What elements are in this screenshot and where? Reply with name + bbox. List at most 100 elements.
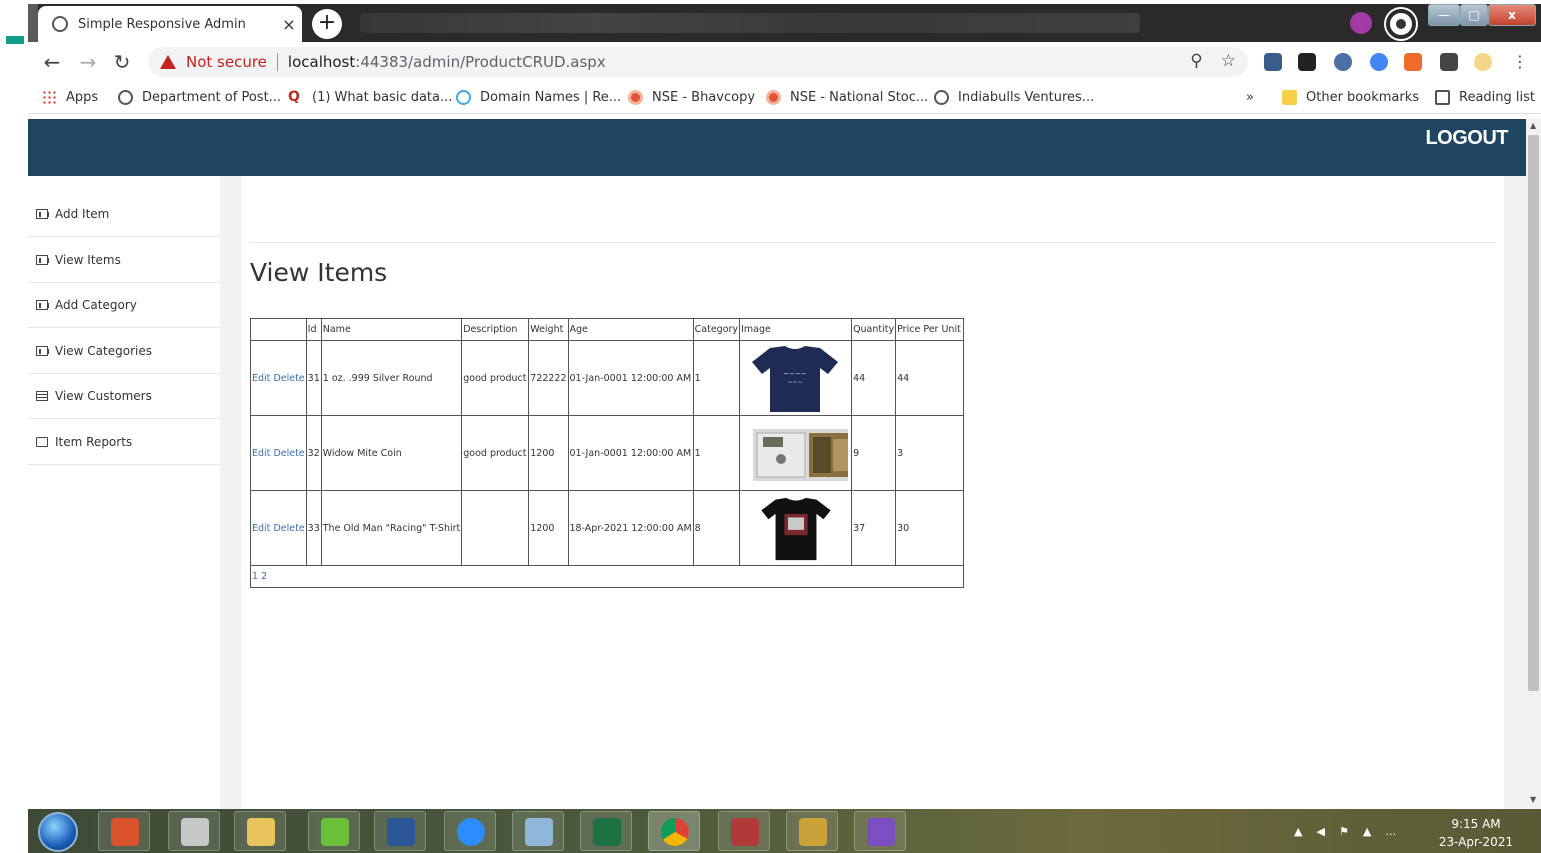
clock-time: 9:15 AM: [1451, 817, 1501, 831]
pager[interactable]: 1 2: [249, 565, 965, 588]
bar-chart-icon: [36, 255, 49, 265]
sidebar-item-view-customers[interactable]: View Customers: [28, 374, 220, 419]
logout-link[interactable]: LOGOUT: [1425, 127, 1508, 150]
puzzle-icon[interactable]: [1440, 53, 1458, 71]
taskbar-app[interactable]: [308, 811, 360, 851]
taskbar-app[interactable]: [168, 811, 220, 851]
taskbar-app[interactable]: [374, 811, 426, 851]
taskbar-app[interactable]: [718, 811, 770, 851]
taskbar-app[interactable]: [444, 811, 496, 851]
app-icon: [111, 818, 139, 846]
cell-name: The Old Man "Racing" T-Shirt: [320, 490, 463, 566]
back-arrow-icon[interactable]: ←: [40, 50, 64, 74]
header-quantity: Quantity: [851, 318, 897, 341]
profile-icon[interactable]: [1386, 9, 1416, 39]
extension-icon[interactable]: [1370, 53, 1388, 71]
taskbar-app[interactable]: [786, 811, 838, 851]
not-secure-label[interactable]: Not secure: [186, 53, 267, 71]
start-button[interactable]: [38, 812, 78, 852]
taskbar-app-chrome[interactable]: [648, 811, 700, 851]
sidebar-item-view-items[interactable]: View Items: [28, 238, 220, 283]
scroll-thumb[interactable]: [1528, 135, 1539, 691]
cell-age: 18-Apr-2021 12:00:00 AM: [567, 490, 694, 566]
tab-close-button[interactable]: ×: [276, 15, 302, 34]
sidebar-item-add-item[interactable]: Add Item: [28, 192, 220, 237]
visual-studio-icon: [867, 818, 895, 846]
content-divider: [249, 242, 1496, 243]
zoom-icon[interactable]: ⚲: [1190, 51, 1202, 71]
extension-icon[interactable]: [1298, 53, 1316, 71]
sidebar-item-add-category[interactable]: Add Category: [28, 283, 220, 328]
avatar[interactable]: [1474, 53, 1492, 71]
cell-description: good product: [461, 340, 530, 416]
bookmarks-overflow-button[interactable]: »: [1246, 90, 1254, 105]
minimize-button[interactable]: —: [1428, 4, 1460, 26]
bookmark-apps[interactable]: Apps: [42, 90, 98, 105]
extension-icon[interactable]: [1264, 53, 1282, 71]
close-window-button[interactable]: x: [1488, 4, 1536, 26]
bookmark-item[interactable]: Domain Names | Re...: [456, 90, 621, 105]
header-description: Description: [461, 318, 530, 341]
edit-link[interactable]: Edit: [252, 373, 270, 384]
table-row: Edit Delete 31 1 oz. .999 Silver Round g…: [250, 340, 965, 416]
bookmarks-bar: Apps Department of Post... Q (1) What bas…: [28, 82, 1541, 114]
product-image-coin-display: [742, 417, 850, 489]
apps-grid-icon: [42, 90, 57, 105]
url-text[interactable]: localhost:44383/admin/ProductCRUD.aspx: [288, 53, 606, 71]
extension-icon[interactable]: [1334, 53, 1352, 71]
sidebar-item-view-categories[interactable]: View Categories: [28, 329, 220, 374]
tray-expand-icon[interactable]: ▲: [1294, 825, 1302, 838]
folder-icon: [1282, 90, 1297, 105]
bookmark-item[interactable]: Department of Post...: [118, 90, 281, 105]
delete-link[interactable]: Delete: [273, 523, 304, 534]
taskbar-app[interactable]: [234, 811, 286, 851]
extension-icon[interactable]: [1404, 53, 1422, 71]
taskbar-app[interactable]: [580, 811, 632, 851]
blurred-tab-strip: [360, 13, 1140, 33]
scroll-up-arrow-icon[interactable]: ▲: [1530, 121, 1536, 130]
system-tray: ▲ ◀ ⚑ ▲ …: [1294, 809, 1396, 853]
scroll-down-arrow-icon[interactable]: ▼: [1530, 795, 1536, 804]
cell-quantity: 37: [851, 490, 897, 566]
taskbar-app[interactable]: [854, 811, 906, 851]
cell-weight: 722222: [528, 340, 569, 416]
file-explorer-icon: [247, 818, 275, 846]
flag-icon[interactable]: ⚑: [1339, 825, 1349, 838]
volume-icon[interactable]: ◀: [1316, 825, 1324, 838]
bookmark-item[interactable]: NSE - Bhavcopy: [628, 90, 755, 105]
sidebar-item-item-reports[interactable]: Item Reports: [28, 420, 220, 465]
zoom-app-icon: [457, 818, 485, 846]
delete-link[interactable]: Delete: [273, 448, 304, 459]
bookmark-item[interactable]: Indiabulls Ventures...: [934, 90, 1094, 105]
edit-link[interactable]: Edit: [252, 448, 270, 459]
tally-erp-icon: [181, 818, 209, 846]
extension-icon[interactable]: [1350, 12, 1372, 34]
product-image-black-tshirt: [742, 492, 850, 564]
network-icon[interactable]: ▲: [1363, 825, 1371, 838]
product-image-navy-tshirt: ~~~~ ~~~: [742, 342, 850, 414]
forward-arrow-icon[interactable]: →: [76, 50, 100, 74]
delete-link[interactable]: Delete: [273, 373, 304, 384]
maximize-button[interactable]: □: [1460, 4, 1488, 26]
navigation-bar: ← → ↻ Not secure localhost:44383/admin/P…: [28, 42, 1541, 82]
new-tab-button[interactable]: +: [312, 9, 342, 39]
menu-dots-icon[interactable]: ⋮: [1508, 50, 1532, 74]
bookmark-star-icon[interactable]: ☆: [1221, 51, 1236, 71]
address-bar[interactable]: Not secure localhost:44383/admin/Product…: [148, 47, 1248, 77]
reading-list-button[interactable]: Reading list: [1435, 90, 1535, 105]
chrome-icon: [661, 818, 689, 846]
browser-tab[interactable]: Simple Responsive Admin ×: [38, 6, 302, 42]
grid-pager-row: 1 2: [249, 565, 965, 588]
cell-name: Widow Mite Coin: [320, 415, 463, 491]
taskbar-app[interactable]: [98, 811, 150, 851]
bookmark-item[interactable]: NSE - National Stoc...: [766, 90, 928, 105]
bookmark-item[interactable]: Q (1) What basic data...: [288, 90, 452, 105]
signal-icon[interactable]: …: [1385, 825, 1396, 838]
bookmark-other[interactable]: Other bookmarks: [1282, 90, 1419, 105]
cell-age: 01-Jan-0001 12:00:00 AM: [567, 340, 694, 416]
edit-link[interactable]: Edit: [252, 523, 270, 534]
clock[interactable]: 9:15 AM 23-Apr-2021: [1424, 815, 1528, 851]
page-scrollbar[interactable]: ▲ ▼: [1526, 119, 1541, 809]
reload-icon[interactable]: ↻: [110, 50, 134, 74]
taskbar-app[interactable]: [512, 811, 564, 851]
